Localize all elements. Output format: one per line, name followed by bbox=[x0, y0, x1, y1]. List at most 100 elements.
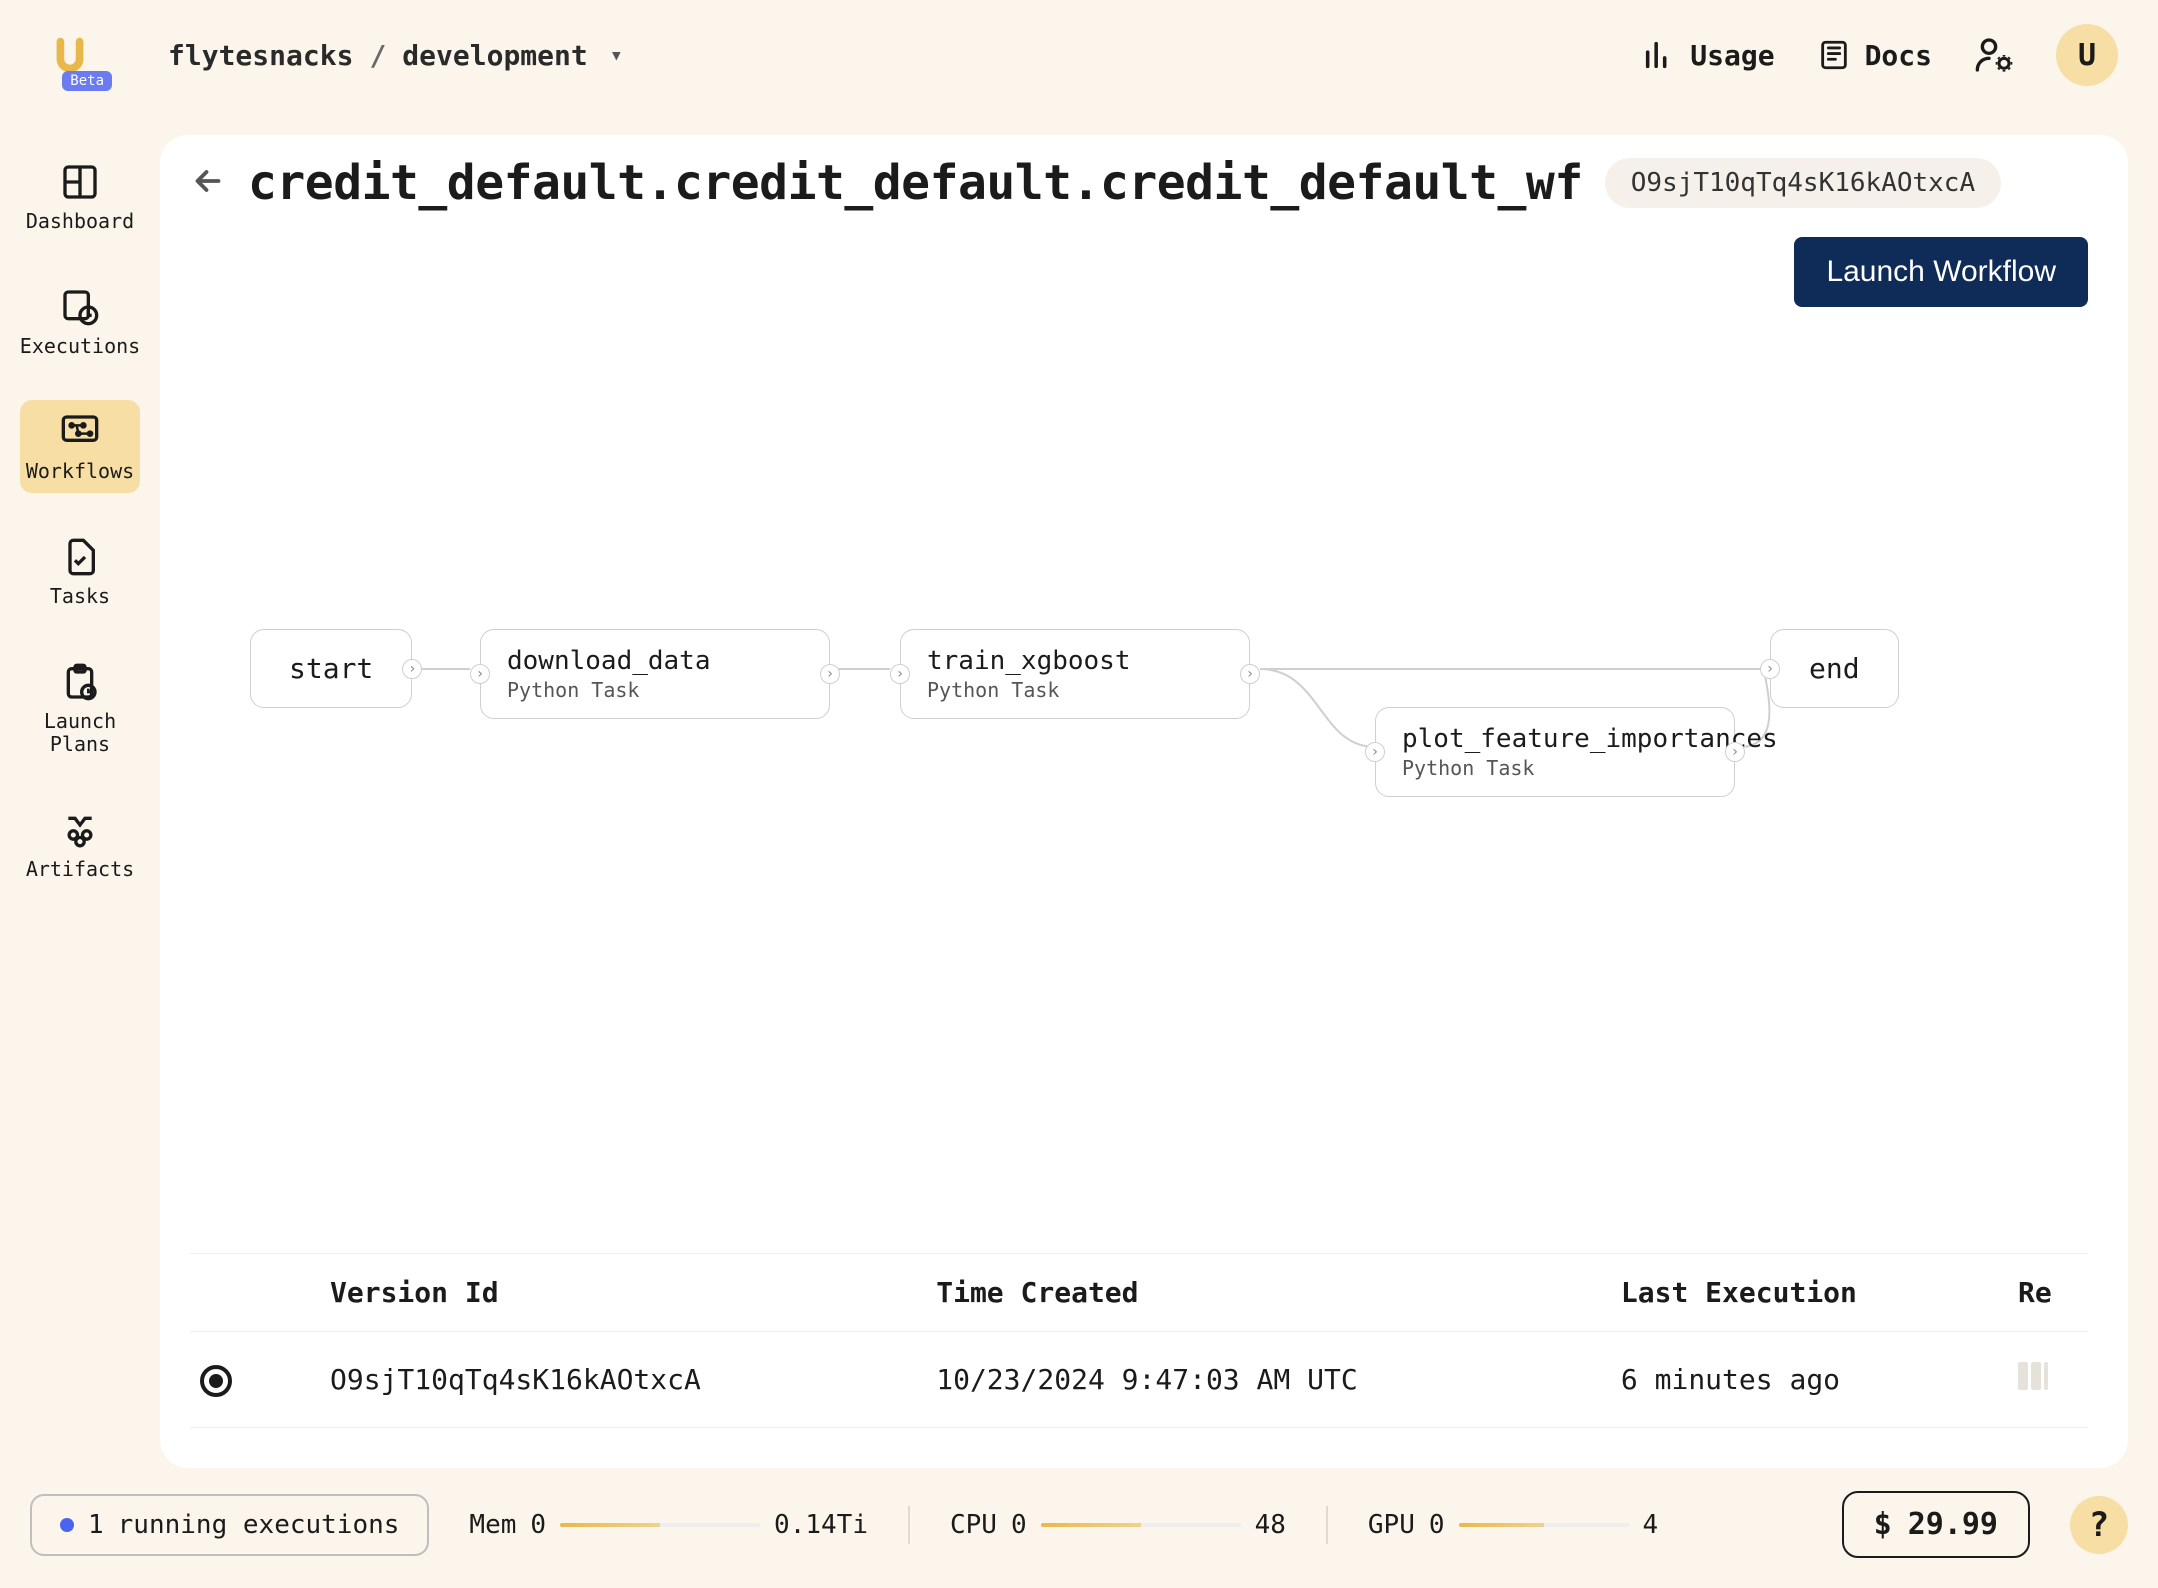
help-label: ? bbox=[2089, 1505, 2109, 1545]
launch-row: Launch Workflow bbox=[190, 237, 2088, 307]
column-last-execution[interactable]: Last Execution bbox=[1611, 1254, 2008, 1332]
tasks-icon bbox=[58, 535, 102, 579]
dag-start-node[interactable]: start bbox=[250, 629, 412, 708]
dag-task-node[interactable]: download_data Python Task bbox=[480, 629, 830, 719]
breadcrumb-separator: / bbox=[369, 39, 386, 72]
docs-label: Docs bbox=[1865, 39, 1932, 72]
stat-label: Mem bbox=[469, 1510, 516, 1540]
stat-used: 0 bbox=[1011, 1510, 1027, 1540]
mem-stat: Mem 0 0.14Ti bbox=[469, 1510, 868, 1540]
sidebar-label: Artifacts bbox=[26, 858, 134, 881]
stat-total: 0.14Ti bbox=[774, 1510, 868, 1540]
sidebar-label: Tasks bbox=[50, 585, 110, 608]
back-arrow[interactable] bbox=[190, 163, 226, 203]
beta-badge: Beta bbox=[62, 71, 112, 91]
docs-link[interactable]: Docs bbox=[1817, 38, 1932, 72]
workflow-title: credit_default.credit_default.credit_def… bbox=[248, 155, 1583, 211]
chevron-down-icon[interactable]: ▾ bbox=[610, 43, 623, 68]
column-time-created[interactable]: Time Created bbox=[926, 1254, 1611, 1332]
progress-bar bbox=[560, 1523, 760, 1527]
app-logo[interactable]: Beta bbox=[40, 25, 100, 85]
usage-label: Usage bbox=[1690, 39, 1774, 72]
running-executions-pill[interactable]: 1 running executions bbox=[30, 1494, 429, 1556]
sidebar-item-launch-plans[interactable]: Launch Plans bbox=[20, 650, 140, 766]
radio-selected[interactable] bbox=[200, 1365, 232, 1397]
running-count: 1 bbox=[88, 1510, 104, 1540]
sidebar: Dashboard Executions Workflows Tasks Lau… bbox=[0, 120, 160, 891]
main-card: credit_default.credit_default.credit_def… bbox=[160, 135, 2128, 1468]
divider bbox=[908, 1506, 910, 1544]
user-gear-icon bbox=[1974, 35, 2014, 75]
cost-value: 29.99 bbox=[1908, 1507, 1998, 1542]
column-recent[interactable]: Re bbox=[2008, 1254, 2088, 1332]
status-bars-icon bbox=[2018, 1362, 2048, 1390]
version-pill[interactable]: O9sjT10qTq4sK16kAOtxcA bbox=[1605, 158, 2001, 208]
workflows-icon bbox=[58, 410, 102, 454]
stat-used: 0 bbox=[1429, 1510, 1445, 1540]
workflow-dag[interactable]: start download_data Python Task train_xg… bbox=[190, 357, 2088, 1253]
dag-node-subtitle: Python Task bbox=[927, 678, 1223, 702]
table-row[interactable]: O9sjT10qTq4sK16kAOtxcA 10/23/2024 9:47:0… bbox=[190, 1332, 2088, 1428]
sidebar-item-workflows[interactable]: Workflows bbox=[20, 400, 140, 493]
avatar[interactable]: U bbox=[2056, 24, 2118, 86]
stat-total: 48 bbox=[1255, 1510, 1286, 1540]
dag-end-node[interactable]: end bbox=[1770, 629, 1899, 708]
sidebar-label: Dashboard bbox=[26, 210, 134, 233]
topbar-right: Usage Docs U bbox=[1642, 24, 2118, 86]
port-icon bbox=[1240, 664, 1260, 684]
stat-used: 0 bbox=[530, 1510, 546, 1540]
usage-link[interactable]: Usage bbox=[1642, 38, 1774, 72]
workflow-header: credit_default.credit_default.credit_def… bbox=[190, 155, 2088, 211]
status-dot-icon bbox=[60, 1518, 74, 1532]
stat-total: 4 bbox=[1643, 1510, 1659, 1540]
port-icon bbox=[470, 664, 490, 684]
help-button[interactable]: ? bbox=[2070, 1496, 2128, 1554]
column-version-id[interactable]: Version Id bbox=[320, 1254, 926, 1332]
dag-task-node[interactable]: plot_feature_importances Python Task bbox=[1375, 707, 1735, 797]
dag-start-label: start bbox=[289, 652, 373, 685]
arrow-left-icon bbox=[190, 163, 226, 199]
sidebar-item-tasks[interactable]: Tasks bbox=[20, 525, 140, 618]
dag-end-label: end bbox=[1809, 652, 1860, 685]
sidebar-item-executions[interactable]: Executions bbox=[20, 275, 140, 368]
breadcrumb-domain[interactable]: development bbox=[402, 39, 587, 72]
versions-table: Version Id Time Created Last Execution R… bbox=[190, 1253, 2088, 1428]
port-icon bbox=[1725, 742, 1745, 762]
cpu-stat: CPU 0 48 bbox=[950, 1510, 1286, 1540]
artifacts-icon bbox=[58, 808, 102, 852]
cost-currency: $ bbox=[1874, 1507, 1892, 1542]
sidebar-label: Launch Plans bbox=[24, 710, 136, 756]
port-icon bbox=[402, 659, 422, 679]
cell-last-execution: 6 minutes ago bbox=[1611, 1332, 2008, 1428]
executions-icon bbox=[58, 285, 102, 329]
launch-plans-icon bbox=[58, 660, 102, 704]
dag-edges bbox=[190, 357, 2088, 1253]
sidebar-label: Executions bbox=[20, 335, 140, 358]
dag-node-title: download_data bbox=[507, 646, 803, 676]
footer-bar: 1 running executions Mem 0 0.14Ti CPU 0 … bbox=[30, 1491, 2128, 1558]
sidebar-item-artifacts[interactable]: Artifacts bbox=[20, 798, 140, 891]
breadcrumb[interactable]: flytesnacks / development ▾ bbox=[168, 39, 623, 72]
breadcrumb-project[interactable]: flytesnacks bbox=[168, 39, 353, 72]
gpu-stat: GPU 0 4 bbox=[1368, 1510, 1658, 1540]
launch-workflow-button[interactable]: Launch Workflow bbox=[1794, 237, 2088, 307]
cost-pill[interactable]: $ 29.99 bbox=[1842, 1491, 2030, 1558]
port-icon bbox=[890, 664, 910, 684]
dashboard-icon bbox=[58, 160, 102, 204]
progress-bar bbox=[1459, 1523, 1629, 1527]
bar-chart-icon bbox=[1642, 38, 1676, 72]
running-label: running executions bbox=[118, 1510, 400, 1540]
sidebar-item-dashboard[interactable]: Dashboard bbox=[20, 150, 140, 243]
sidebar-label: Workflows bbox=[26, 460, 134, 483]
topbar: Beta flytesnacks / development ▾ Usage D… bbox=[0, 0, 2158, 110]
book-icon bbox=[1817, 38, 1851, 72]
stat-label: GPU bbox=[1368, 1510, 1415, 1540]
divider bbox=[1326, 1506, 1328, 1544]
admin-settings[interactable] bbox=[1974, 35, 2014, 75]
dag-node-subtitle: Python Task bbox=[507, 678, 803, 702]
port-icon bbox=[820, 664, 840, 684]
dag-task-node[interactable]: train_xgboost Python Task bbox=[900, 629, 1250, 719]
cell-time-created: 10/23/2024 9:47:03 AM UTC bbox=[926, 1332, 1611, 1428]
dag-node-title: plot_feature_importances bbox=[1402, 724, 1708, 754]
port-icon bbox=[1365, 742, 1385, 762]
